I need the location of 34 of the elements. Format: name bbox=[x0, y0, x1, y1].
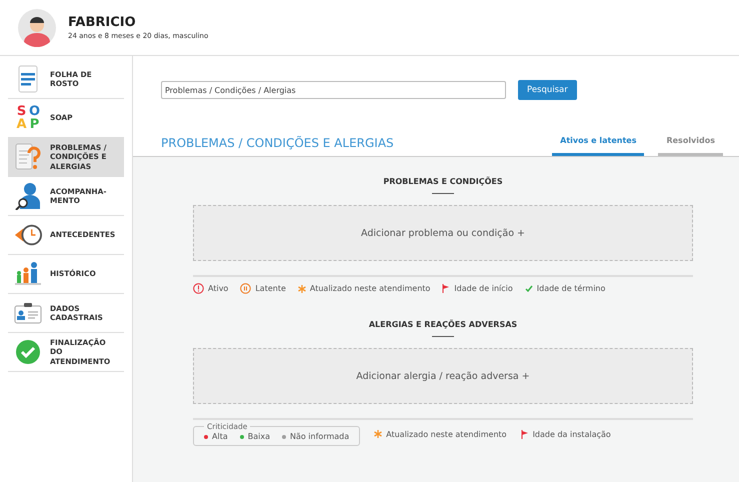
patient-name: FABRICIO bbox=[68, 15, 137, 30]
asterisk-icon bbox=[298, 284, 306, 292]
search-button[interactable]: Pesquisar bbox=[518, 80, 577, 100]
avatar bbox=[18, 8, 56, 46]
family-icon bbox=[14, 261, 42, 287]
section-title: PROBLEMAS / CONDIÇÕES E ALERGIAS bbox=[161, 136, 395, 152]
legend-label: Baixa bbox=[248, 432, 270, 441]
person-magnifier-icon bbox=[15, 182, 41, 210]
asterisk-icon bbox=[374, 430, 382, 438]
question-document-icon bbox=[15, 143, 41, 171]
flag-icon bbox=[442, 284, 450, 293]
add-allergy-button[interactable]: Adicionar alergia / reação adversa + bbox=[193, 348, 693, 404]
legend-label: Não informada bbox=[290, 432, 350, 441]
check-icon bbox=[524, 285, 533, 292]
section-heading: ALERGIAS E REAÇÕES ADVERSAS bbox=[368, 320, 518, 329]
legend-label: Idade de início bbox=[454, 284, 513, 293]
document-icon bbox=[18, 65, 38, 93]
legend-label: Idade da instalação bbox=[532, 430, 611, 438]
legend-label: Atualizado neste atendimento bbox=[310, 284, 430, 293]
clock-arrow-icon bbox=[14, 223, 42, 247]
legend-label: Atualizado neste atendimento bbox=[386, 430, 507, 438]
legend-label: Ativo bbox=[208, 284, 228, 293]
add-problem-button[interactable]: Adicionar problema ou condição + bbox=[193, 205, 693, 261]
section-heading: PROBLEMAS E CONDIÇÕES bbox=[382, 177, 504, 186]
alert-icon bbox=[193, 283, 204, 294]
legend-label: Latente bbox=[255, 284, 286, 293]
legend-label: Idade de término bbox=[536, 284, 606, 293]
soap-letters: S O A P bbox=[15, 105, 41, 131]
search-field[interactable]: Problemas / Condições / Alergias bbox=[161, 81, 506, 99]
legend-label: Alta bbox=[212, 432, 228, 441]
check-circle-icon bbox=[15, 339, 41, 365]
flag-icon bbox=[520, 430, 529, 438]
id-card-icon bbox=[14, 302, 42, 324]
pause-icon bbox=[240, 283, 252, 294]
